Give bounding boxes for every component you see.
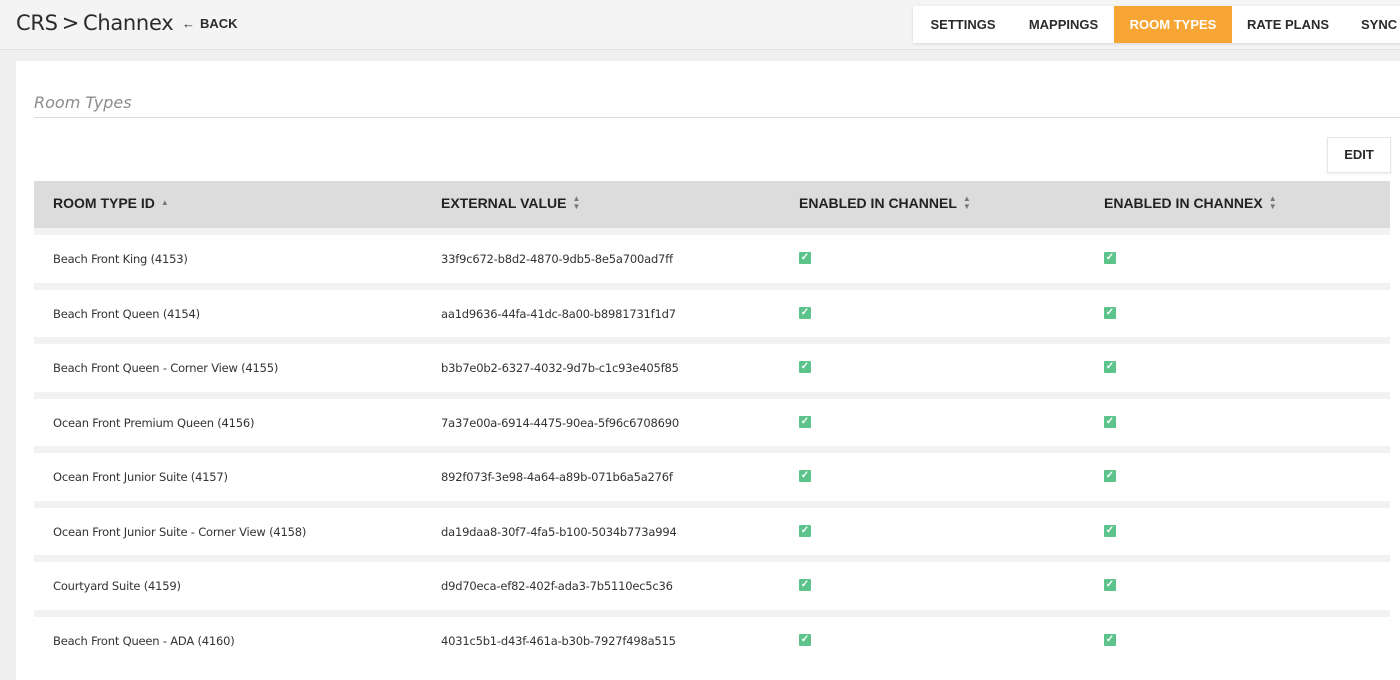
room-types-panel: Room Types EDIT ROOM TYPE ID ▲ EXTERNAL … [16,61,1400,680]
enabled-in-channel-checkbox[interactable]: ✓ [799,306,811,319]
enabled-in-channex-checkbox[interactable]: ✓ [1104,633,1116,646]
room-type-cell: Beach Front Queen - ADA (4160) [53,633,235,648]
room-types-table: ROOM TYPE ID ▲ EXTERNAL VALUE ▲ ▼ ENABLED… [34,181,1390,664]
room-type-cell: Beach Front Queen - Corner View (4155) [53,361,279,375]
section-title: Room Types [34,93,132,112]
room-type-cell: Ocean Front Junior Suite - Corner View (… [53,524,307,539]
enabled-in-channel-checkbox[interactable]: ✓ [799,633,811,646]
top-bar: CRS > Channex ← BACK SETTINGS MAPPINGS ROO… [0,0,1400,50]
breadcrumb-separator: > [61,11,80,35]
sort-ascending-icon: ▲ [160,198,169,207]
room-type-cell: Ocean Front Premium Queen (4156) [53,415,255,430]
table-row: Courtyard Suite (4159) d9d70eca-ef82-402f… [34,555,1390,610]
breadcrumb-current: Channex [82,11,174,35]
tab-sync[interactable]: SYNC [1344,6,1400,43]
tab-settings[interactable]: SETTINGS [913,6,1013,43]
room-type-cell: Beach Front Queen (4154) [53,306,200,321]
external-value-cell: da19daa8-30f7-4fa5-b100-5034b773a994 [441,524,677,539]
column-header-room-type-id[interactable]: ROOM TYPE ID ▲ [53,195,169,211]
table-row: Ocean Front Premium Queen (4156) 7a37e00a… [34,391,1390,446]
table-row: Ocean Front Junior Suite - Corner View (… [34,500,1390,555]
tab-mappings[interactable]: MAPPINGS [1013,6,1114,43]
table-row: Beach Front Queen - ADA (4160) 4031c5b1-d… [34,609,1390,664]
external-value-cell: 7a37e00a-6914-4475-90ea-5f96c6708690 [441,415,679,430]
enabled-in-channel-checkbox[interactable]: ✓ [799,361,811,373]
enabled-in-channex-checkbox[interactable]: ✓ [1104,524,1116,537]
left-arrow-icon: ← [182,16,195,31]
column-header-external-value[interactable]: EXTERNAL VALUE ▲ ▼ [441,194,581,212]
tab-room-types[interactable]: ROOM TYPES [1114,6,1232,43]
breadcrumb: CRS > Channex [16,11,174,35]
enabled-in-channel-checkbox[interactable]: ✓ [799,252,811,264]
column-label: EXTERNAL VALUE [441,195,567,211]
sort-icon: ▲ ▼ [572,194,581,211]
table-row: Beach Front King (4153) 33f9c672-b8d2-487… [34,228,1390,283]
enabled-in-channex-checkbox[interactable]: ✓ [1104,415,1116,428]
table-row: Beach Front Queen - Corner View (4155) b3… [34,337,1390,392]
table-body: Beach Front King (4153) 33f9c672-b8d2-487… [34,228,1390,664]
room-type-cell: Ocean Front Junior Suite (4157) [53,470,228,484]
column-label: ENABLED IN CHANNEX [1104,195,1263,211]
table-header: ROOM TYPE ID ▲ EXTERNAL VALUE ▲ ▼ ENABLED… [34,181,1390,228]
enabled-in-channel-checkbox[interactable]: ✓ [799,579,811,591]
breadcrumb-root[interactable]: CRS [16,11,58,35]
column-header-enabled-in-channel[interactable]: ENABLED IN CHANNEL ▲ ▼ [799,194,971,212]
external-value-cell: b3b7e0b2-6327-4032-9d7b-c1c93e405f85 [441,361,679,375]
sort-icon: ▲ ▼ [1268,194,1277,211]
enabled-in-channex-checkbox[interactable]: ✓ [1104,361,1116,373]
back-label: BACK [200,16,238,31]
tab-rate-plans[interactable]: RATE PLANS [1232,6,1344,43]
enabled-in-channex-checkbox[interactable]: ✓ [1104,252,1116,264]
enabled-in-channex-checkbox[interactable]: ✓ [1104,306,1116,319]
external-value-cell: d9d70eca-ef82-402f-ada3-7b5110ec5c36 [441,579,673,593]
enabled-in-channel-checkbox[interactable]: ✓ [799,470,811,482]
sort-icon: ▲ ▼ [962,194,971,211]
external-value-cell: 892f073f-3e98-4a64-a89b-071b6a5a276f [441,470,673,484]
tab-bar: SETTINGS MAPPINGS ROOM TYPES RATE PLANS … [913,6,1400,43]
column-header-enabled-in-channex[interactable]: ENABLED IN CHANNEX ▲ ▼ [1104,194,1277,212]
edit-button[interactable]: EDIT [1327,137,1391,173]
column-label: ROOM TYPE ID [53,195,155,211]
title-divider [34,117,1400,118]
room-type-cell: Beach Front King (4153) [53,252,188,266]
table-row: Beach Front Queen (4154) aa1d9636-44fa-41… [34,282,1390,337]
enabled-in-channex-checkbox[interactable]: ✓ [1104,470,1116,482]
enabled-in-channel-checkbox[interactable]: ✓ [799,415,811,428]
external-value-cell: aa1d9636-44fa-41dc-8a00-b8981731f1d7 [441,306,676,321]
column-label: ENABLED IN CHANNEL [799,195,957,211]
external-value-cell: 33f9c672-b8d2-4870-9db5-8e5a700ad7ff [441,252,673,266]
table-row: Ocean Front Junior Suite (4157) 892f073f-… [34,446,1390,501]
room-type-cell: Courtyard Suite (4159) [53,579,181,593]
enabled-in-channex-checkbox[interactable]: ✓ [1104,579,1116,591]
back-button[interactable]: ← BACK [182,16,238,31]
external-value-cell: 4031c5b1-d43f-461a-b30b-7927f498a515 [441,633,676,648]
enabled-in-channel-checkbox[interactable]: ✓ [799,524,811,537]
